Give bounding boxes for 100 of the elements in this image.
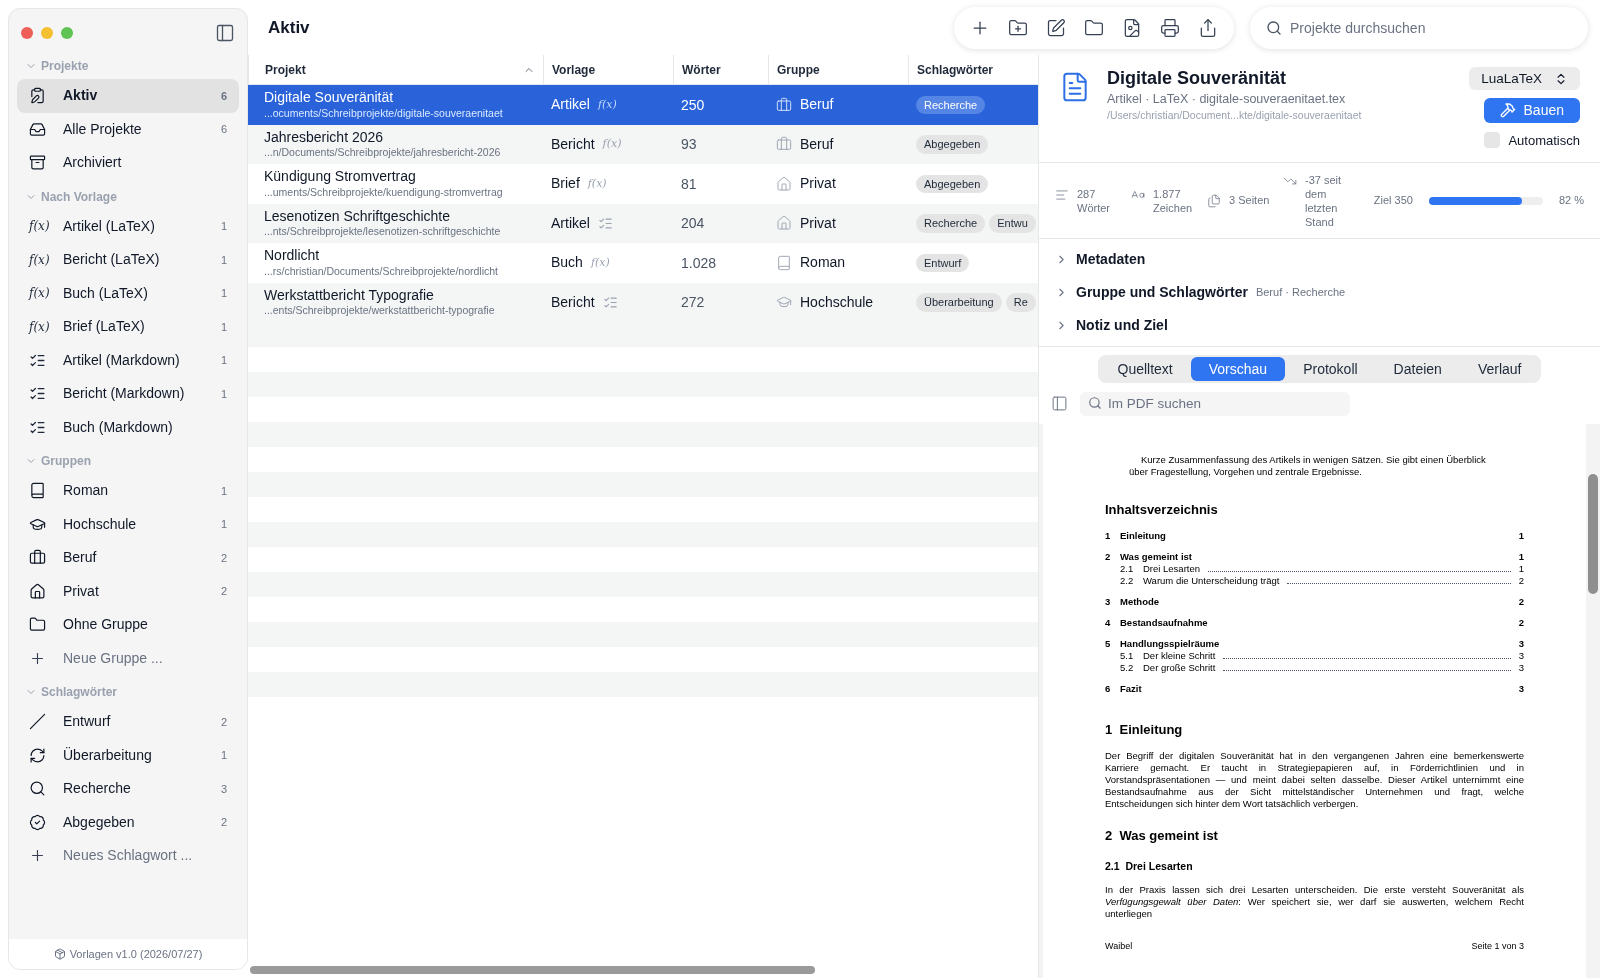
template-label: Artikel	[551, 95, 590, 115]
sidebar-item[interactable]: f(x) Brief (LaTeX) 1	[17, 310, 239, 344]
toc-entry[interactable]: 5.2 Der große Schritt 3	[1105, 661, 1524, 674]
stat-label: 3 Seiten	[1229, 193, 1271, 207]
toolbar-icon[interactable]	[1198, 17, 1218, 38]
auto-checkbox[interactable]: Automatisch	[1484, 130, 1580, 150]
sidebar-item[interactable]: Roman 1	[17, 474, 239, 508]
sidebar-item[interactable]: Artikel (Markdown) 1	[17, 343, 239, 377]
pdf-search-field[interactable]: Im PDF suchen	[1080, 391, 1350, 416]
column-header[interactable]: Gruppe	[768, 55, 908, 84]
group-label: Beruf	[800, 134, 834, 154]
build-button[interactable]: Bauen	[1483, 98, 1580, 123]
project-path: ...rs/christian/Documents/Schreibprojekte/nordlicht	[264, 264, 499, 279]
subsection-heading: 2.1 Drei Lesarten	[1105, 859, 1194, 872]
disclosure-row[interactable]: Notiz und Ziel	[1039, 309, 1600, 342]
project-path: /Users/christian/Document...kte/digitale-souveraenitaet	[1107, 108, 1362, 124]
tab[interactable]: Vorschau	[1190, 357, 1286, 381]
close-window-icon[interactable]	[21, 27, 33, 39]
stat-icon	[1055, 187, 1069, 202]
function-icon: f(x)	[602, 136, 622, 153]
body-paragraph: Der Begriff der digitalen Souveränität hat in den vergangenen Jahren eine bemerkenswerte Karriere gemacht. Er taucht in Strategiepapieren auf, in Förderrichtlinien und in Vorstandspräsentationen — und meint dabei selten dasselbe. Dieser Artikel unternimmt eine Bestandsaufnahme aus der Sicht mittelständischer Unternehmen und fragt, welche Entscheidungen sich hinter dem Wort tatsächlich verbergen.	[1105, 749, 1524, 810]
sidebar-item[interactable]: Alle Projekte 6	[17, 112, 239, 146]
project-title: Lesenotizen Schriftgeschichte	[264, 207, 451, 226]
stat-icon	[1207, 194, 1221, 208]
disclosure-row[interactable]: Gruppe und Schlagwörter Beruf · Recherche	[1039, 276, 1600, 309]
sidebar-item[interactable]: f(x) Buch (LaTeX) 1	[17, 276, 239, 310]
item-icon	[29, 582, 46, 600]
sidebar-item[interactable]: Recherche 3	[17, 772, 239, 806]
scrollbar-thumb[interactable]	[1588, 473, 1598, 594]
column-header[interactable]: Vorlage	[543, 55, 673, 84]
tab[interactable]: Dateien	[1375, 357, 1460, 381]
search-icon	[1266, 19, 1282, 36]
toolbar-icon[interactable]	[1122, 17, 1142, 38]
sidebar-item[interactable]: Privat 2	[17, 574, 239, 608]
toc-entry[interactable]: 6 Fazit 3	[1105, 682, 1524, 695]
sidebar-item[interactable]: Bericht (Markdown) 1	[17, 377, 239, 411]
sidebar-toggle-icon[interactable]	[215, 23, 235, 43]
sidebar-item[interactable]: f(x) Artikel (LaTeX) 1	[17, 209, 239, 243]
item-icon	[29, 549, 46, 567]
toc-entry[interactable]: 3 Methode 2	[1105, 595, 1524, 608]
toolbar-icon[interactable]	[1160, 17, 1180, 38]
toc-entry[interactable]: 2 Was gemeint ist 1	[1105, 550, 1524, 563]
table-row[interactable]: Digitale Souveränität ...ocuments/Schreibprojekte/digitale-souveraenitaet Artikel f(x) 250 Beruf Recherche	[248, 85, 1038, 125]
add-item-link[interactable]: Neues Schlagwort ...	[17, 839, 239, 873]
table-row[interactable]: Lesenotizen Schriftgeschichte ...nts/Schreibprojekte/lesenotizen-schriftgeschichte Artikel 204 Privat Recherche Entwu	[248, 203, 1038, 243]
stat-label: 1.877 Zeichen	[1153, 186, 1194, 215]
toc-entry[interactable]: 5.1 Der kleine Schritt 3	[1105, 649, 1524, 662]
column-header[interactable]: Projekt	[248, 55, 543, 84]
toc-entry[interactable]: 5 Handlungsspielräume 3	[1105, 637, 1524, 650]
sidebar-item[interactable]: Aktiv 6	[17, 79, 239, 113]
sidebar-item[interactable]: Überarbeitung 1	[17, 738, 239, 772]
project-title: Nordlicht	[264, 247, 321, 265]
group-label: Beruf	[800, 95, 834, 115]
search-field[interactable]: Projekte durchsuchen	[1250, 6, 1588, 49]
sidebar-toggle-icon[interactable]	[1051, 394, 1068, 412]
template-label: Bericht	[551, 134, 595, 154]
toolbar-icon[interactable]	[1008, 17, 1028, 38]
function-icon: f(x)	[587, 175, 607, 192]
group-label: Privat	[800, 213, 836, 233]
toc-entry[interactable]: 1 Einleitung 1	[1105, 529, 1524, 542]
group-icon	[776, 254, 792, 271]
sidebar-item[interactable]: Abgegeben 2	[17, 805, 239, 839]
item-icon	[29, 154, 46, 172]
tag: Abgegeben	[916, 135, 989, 154]
tag: Recherche	[916, 214, 986, 233]
checklist-icon	[597, 215, 613, 231]
sidebar-item[interactable]: Hochschule 1	[17, 507, 239, 541]
tab[interactable]: Quelltext	[1099, 357, 1191, 381]
disclosure-summary: Beruf · Recherche	[1255, 285, 1346, 301]
group-icon	[776, 215, 792, 232]
toc-entry[interactable]: 2.1 Drei Lesarten 1	[1105, 562, 1524, 575]
item-icon	[29, 813, 46, 831]
column-header[interactable]: Wörter	[673, 55, 768, 84]
tab[interactable]: Verlauf	[1459, 357, 1540, 381]
word-count: 250	[681, 96, 705, 113]
toc-entry[interactable]: 2.2 Warum die Unterscheidung trägt 2	[1105, 574, 1524, 587]
tag: Recherche	[916, 95, 986, 114]
table-row[interactable]: Jahresbericht 2026 ...n/Documents/Schreibprojekte/jahresbericht-2026 Bericht f(x) 93 Beruf Abgegeben	[248, 124, 1038, 164]
sidebar-item[interactable]: f(x) Bericht (LaTeX) 1	[17, 243, 239, 277]
word-count: 204	[681, 215, 705, 232]
page-number: Seite 1 von 3	[1471, 939, 1524, 952]
toc-entry[interactable]: 4 Bestandsaufnahme 2	[1105, 616, 1524, 629]
sidebar-item[interactable]: Beruf 2	[17, 541, 239, 575]
group-label: Hochschule	[800, 292, 874, 312]
sidebar-item[interactable]: Buch (Markdown)	[17, 410, 239, 444]
scrollbar-thumb[interactable]	[250, 966, 815, 974]
disclosure-row[interactable]: Metadaten	[1039, 243, 1600, 276]
sidebar-item[interactable]: Entwurf 2	[17, 705, 239, 739]
sidebar-item[interactable]: Ohne Gruppe	[17, 608, 239, 642]
sidebar-item[interactable]: Archiviert	[17, 146, 239, 180]
table-row[interactable]: Werkstattbericht Typografie ...ents/Schreibprojekte/werkstattbericht-typografie Bericht 272 Hochschule Überarbeitung Re	[248, 282, 1038, 322]
abstract-text: Kurze Zusammenfassung des Artikels in wenigen Sätzen. Sie gibt einen Überblick über Fragestellung, Vorgehen und zentrale Ergebnisse.	[1128, 453, 1487, 478]
version-label: Vorlagen v1.0 (2026/07/27)	[9, 939, 247, 969]
tab[interactable]: Protokoll	[1285, 357, 1376, 381]
project-path: ...n/Documents/Schreibprojekte/jahresbericht-2026	[264, 146, 502, 160]
toolbar-icon[interactable]	[1046, 17, 1066, 38]
engine-select[interactable]: LuaLaTeX	[1469, 67, 1580, 91]
group-icon	[776, 96, 792, 113]
toolbar-icon[interactable]	[1084, 17, 1104, 38]
add-item-link[interactable]: Neue Gruppe ...	[17, 641, 239, 675]
